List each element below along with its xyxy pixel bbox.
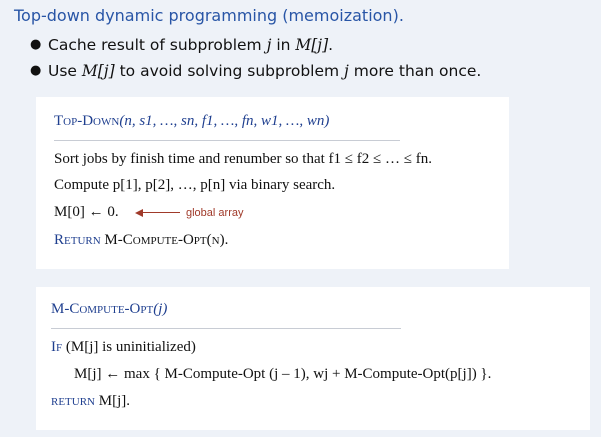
bullet-text: in	[271, 36, 296, 54]
bullet-list: ● Cache result of subproblem j in M[j]. ●…	[30, 32, 481, 84]
if-condition: (M[j] is uninitialized)	[65, 339, 196, 355]
m-compute-opt-header: M-Compute-Opt(j)	[51, 301, 167, 318]
bullet-text: .	[328, 36, 334, 54]
function-name: Top-Down	[54, 113, 120, 129]
bullet-item: ● Use M[j] to avoid solving subproblem j …	[30, 58, 481, 84]
keyword-if: If	[51, 339, 63, 355]
slide-title: Top-down dynamic programming (memoizatio…	[14, 6, 404, 25]
code-line-if: If (M[j] is uninitialized)	[51, 339, 196, 356]
m-compute-opt-code-box: M-Compute-Opt(j) If (M[j] is uninitializ…	[36, 287, 590, 430]
code-line-init: M[0] ← 0.	[54, 204, 119, 220]
annotation-arrow	[142, 212, 180, 213]
function-name: M-Compute-Opt	[51, 301, 154, 317]
bullet-text: more than once.	[348, 62, 482, 80]
code-line-assign: M[j] ← max { M-Compute-Opt (j – 1), wj +…	[74, 366, 492, 382]
top-down-header: Top-Down(n, s1, …, sn, f1, …, fn, w1, …,…	[54, 113, 329, 130]
return-expression: M-Compute-Opt(n).	[104, 232, 229, 248]
bullet-text: to avoid solving subproblem	[114, 62, 345, 80]
code-line-compute: Compute p[1], p[2], …, p[n] via binary s…	[54, 177, 336, 193]
bullet-text: Use	[48, 62, 82, 80]
bullet-icon: ●	[30, 37, 42, 52]
code-line-return: return M[j].	[51, 393, 130, 410]
keyword-return: return	[51, 393, 95, 409]
header-divider	[51, 328, 401, 329]
annotation-label: global array	[186, 207, 244, 219]
bullet-item: ● Cache result of subproblem j in M[j].	[30, 32, 481, 58]
function-params: (j)	[153, 301, 168, 317]
code-line-sort: Sort jobs by finish time and renumber so…	[54, 151, 432, 167]
function-params: (n, s1, …, sn, f1, …, fn, w1, …, wn)	[119, 113, 330, 129]
header-divider	[54, 140, 400, 141]
keyword-return: Return	[54, 232, 101, 248]
bullet-math: M[j]	[295, 36, 329, 54]
return-expression: M[j].	[98, 393, 130, 409]
arrow-left-icon	[135, 209, 143, 217]
bullet-icon: ●	[30, 63, 42, 78]
bullet-text: Cache result of subproblem	[48, 36, 267, 54]
code-line-return: Return M-Compute-Opt(n).	[54, 232, 228, 249]
top-down-code-box: Top-Down(n, s1, …, sn, f1, …, fn, w1, …,…	[36, 97, 509, 269]
bullet-math: M[j]	[81, 62, 115, 80]
